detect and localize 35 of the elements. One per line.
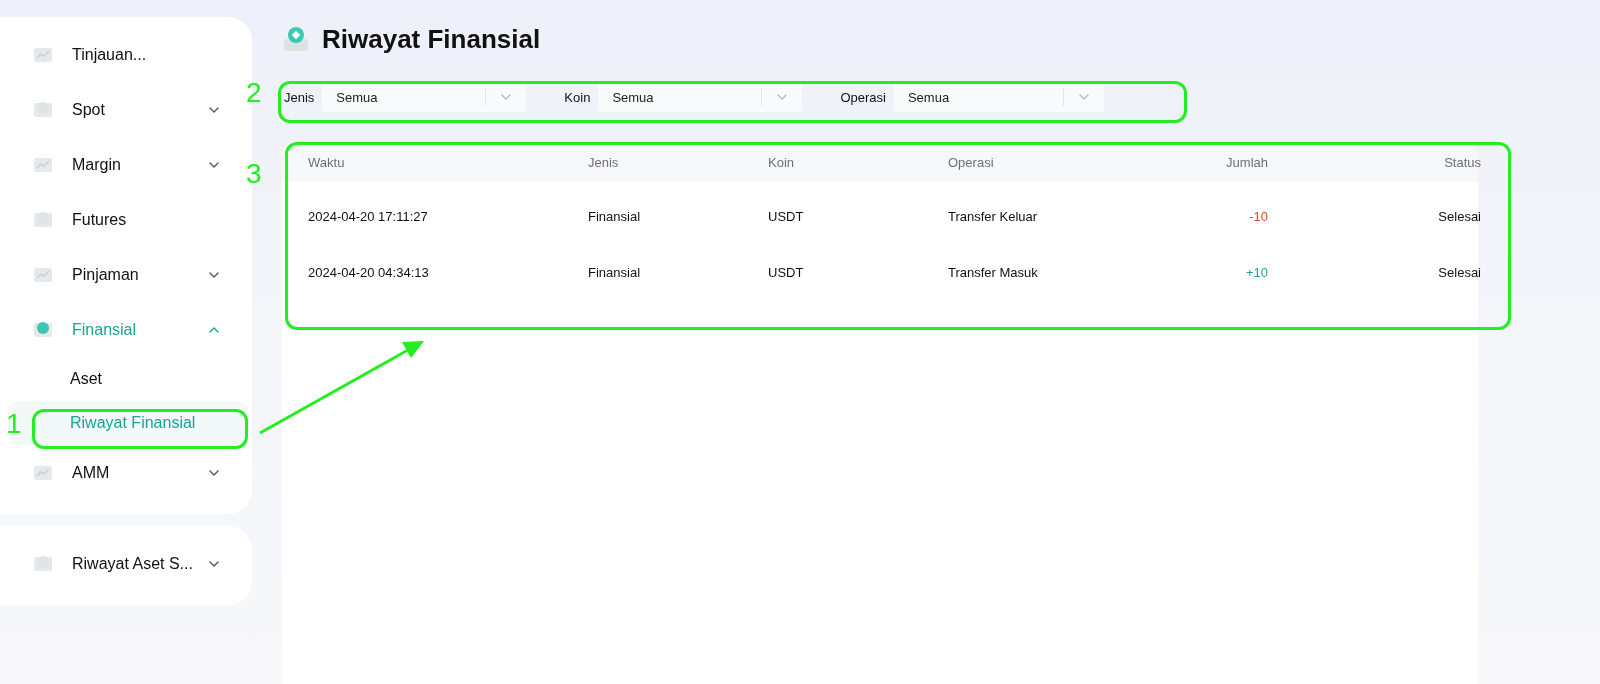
annotation-number: 1: [6, 410, 22, 438]
amount-cell-text: -10: [1248, 208, 1268, 224]
annotation-number: 2: [246, 79, 262, 107]
sidebar-item[interactable]: Pinjaman: [0, 247, 252, 302]
table-cell-text: 2024-04-20 04:34:13: [308, 264, 430, 280]
annotation-number: 3: [246, 160, 262, 188]
table-cell-text: Finansial: [588, 264, 642, 280]
table-cell-text: Selesai: [1437, 208, 1481, 224]
filter-select[interactable]: Semua: [322, 82, 527, 112]
filter-select[interactable]: Semua: [893, 82, 1104, 112]
sidebar-item[interactable]: Riwayat Aset S...: [0, 536, 252, 591]
table-cell-text: Finansial: [588, 208, 642, 224]
filter-label: Jenis: [283, 89, 316, 105]
sidebar-item[interactable]: Futures: [0, 192, 252, 247]
finance-icon: [282, 25, 310, 53]
amount-cell-text: +10: [1244, 264, 1268, 280]
table-cell-text: Transfer Keluar: [948, 208, 1039, 224]
sidebar-item[interactable]: AMM: [0, 445, 252, 500]
filter-label: Koin: [563, 89, 592, 105]
table-cell-text: Transfer Masuk: [948, 264, 1039, 280]
table-cell-text: USDT: [768, 208, 805, 224]
table-cell-text: Selesai: [1437, 264, 1481, 280]
page-title: Riwayat Finansial: [322, 23, 541, 55]
filter-select[interactable]: Semua: [598, 82, 803, 112]
column-header: Koin: [768, 154, 796, 170]
table-cell-text: USDT: [768, 264, 805, 280]
column-header: Operasi: [948, 154, 995, 170]
table-cell-text: 2024-04-20 17:11:27: [308, 208, 429, 224]
filter-label: Operasi: [839, 89, 887, 105]
sidebar-item[interactable]: Tinjauan...: [0, 27, 252, 82]
column-header: Jenis: [588, 154, 620, 170]
sidebar-subitem[interactable]: Aset: [8, 357, 248, 401]
column-header: Status: [1443, 154, 1481, 170]
column-header: Waktu: [308, 154, 346, 170]
column-header: Jumlah: [1225, 154, 1268, 170]
